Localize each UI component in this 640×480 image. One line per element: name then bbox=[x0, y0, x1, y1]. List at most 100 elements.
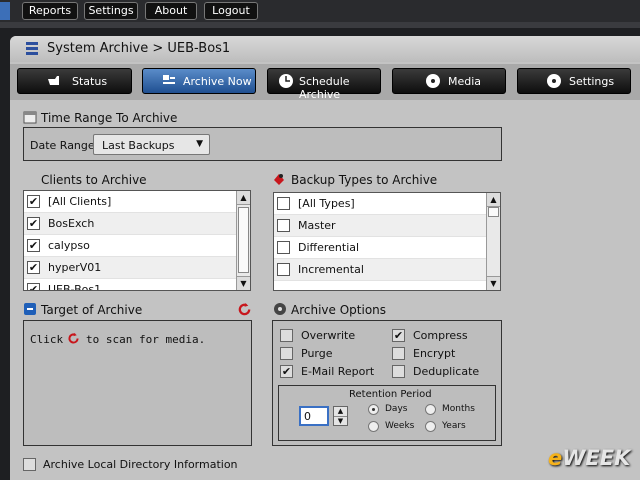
option-label: Overwrite bbox=[301, 329, 356, 342]
tab-status[interactable]: Status bbox=[17, 68, 132, 94]
options-icon bbox=[274, 303, 286, 315]
local-directory-checkbox[interactable] bbox=[23, 458, 36, 471]
page-title: System Archive > UEB-Bos1 bbox=[47, 41, 231, 56]
radio-button[interactable] bbox=[368, 404, 379, 415]
client-checkbox[interactable]: ✔ bbox=[27, 283, 40, 290]
disc-icon bbox=[547, 74, 561, 88]
client-row[interactable]: ✔ UEB-Bos1 bbox=[24, 279, 250, 290]
options-heading: Archive Options bbox=[291, 303, 387, 317]
about-button[interactable]: About bbox=[145, 2, 197, 20]
radio-label: Days bbox=[385, 404, 408, 414]
tab-label: Settings bbox=[569, 75, 615, 88]
client-row[interactable]: ✔ calypso bbox=[24, 235, 250, 257]
backup-type-checkbox[interactable] bbox=[277, 241, 290, 254]
backup-type-checkbox[interactable] bbox=[277, 197, 290, 210]
compress-checkbox[interactable]: ✔ bbox=[392, 329, 405, 342]
overwrite-checkbox[interactable] bbox=[280, 329, 293, 342]
top-menu-bar: Reports Settings About Logout bbox=[0, 0, 640, 28]
clock-icon bbox=[279, 74, 293, 88]
retention-box: Retention Period 0 ▲ ▼ Days Months Weeks… bbox=[278, 385, 496, 441]
stepper-down-icon[interactable]: ▼ bbox=[334, 417, 347, 426]
reports-button[interactable]: Reports bbox=[22, 2, 78, 20]
local-directory-label: Archive Local Directory Information bbox=[43, 458, 238, 471]
target-icon bbox=[24, 303, 36, 315]
tab-schedule-archive[interactable]: Schedule Archive bbox=[267, 68, 381, 101]
types-scrollbar[interactable]: ▲ ▼ bbox=[486, 193, 500, 290]
scroll-down-icon[interactable]: ▼ bbox=[237, 276, 250, 290]
scroll-down-icon[interactable]: ▼ bbox=[487, 276, 500, 290]
tab-archive-now[interactable]: Archive Now bbox=[142, 68, 256, 94]
target-panel: Click to scan for media. bbox=[23, 320, 252, 446]
disc-icon bbox=[426, 74, 440, 88]
deduplicate-checkbox[interactable] bbox=[392, 365, 405, 378]
retention-stepper[interactable]: ▲ ▼ bbox=[333, 406, 348, 426]
backup-type-label: Differential bbox=[298, 241, 360, 254]
target-hint-end: to scan for media. bbox=[86, 333, 206, 346]
client-row[interactable]: ✔ BosExch bbox=[24, 213, 250, 235]
retention-input[interactable]: 0 bbox=[299, 406, 329, 426]
time-range-heading: Time Range To Archive bbox=[41, 111, 178, 125]
tab-bar: Status Archive Now Schedule Archive Medi… bbox=[10, 64, 640, 101]
option-label: Encrypt bbox=[413, 347, 456, 360]
backup-type-row[interactable]: Differential bbox=[274, 237, 500, 259]
backup-type-checkbox[interactable] bbox=[277, 219, 290, 232]
date-range-select[interactable]: Last Backups ▼ bbox=[93, 134, 210, 155]
client-checkbox[interactable]: ✔ bbox=[27, 217, 40, 230]
backup-types-list: [All Types] Master Differential Incremental… bbox=[273, 192, 501, 291]
option-label: Deduplicate bbox=[413, 365, 480, 378]
calendar-icon bbox=[23, 111, 37, 124]
purge-checkbox[interactable] bbox=[280, 347, 293, 360]
archive-icon bbox=[163, 75, 175, 84]
hand-icon bbox=[48, 76, 59, 85]
archive-window: System Archive > UEB-Bos1 Status Archive… bbox=[10, 36, 640, 480]
tab-label: Schedule Archive bbox=[299, 75, 350, 101]
client-label: [All Clients] bbox=[48, 195, 112, 208]
tab-settings[interactable]: Settings bbox=[517, 68, 631, 94]
target-hint-start: Click bbox=[30, 333, 64, 346]
window-edge bbox=[0, 2, 10, 20]
encrypt-checkbox[interactable] bbox=[392, 347, 405, 360]
client-checkbox[interactable]: ✔ bbox=[27, 261, 40, 274]
refresh-icon[interactable] bbox=[237, 302, 252, 317]
clients-scrollbar[interactable]: ▲ ▼ bbox=[236, 191, 250, 290]
tab-label: Status bbox=[72, 75, 108, 88]
refresh-icon[interactable] bbox=[67, 332, 80, 345]
radio-button[interactable] bbox=[425, 421, 436, 432]
client-checkbox[interactable]: ✔ bbox=[27, 239, 40, 252]
client-checkbox[interactable]: ✔ bbox=[27, 195, 40, 208]
menu-strip bbox=[0, 22, 640, 28]
target-heading: Target of Archive bbox=[41, 303, 143, 317]
date-range-value: Last Backups bbox=[102, 139, 175, 152]
email-report-checkbox[interactable]: ✔ bbox=[280, 365, 293, 378]
backup-type-label: [All Types] bbox=[298, 197, 355, 210]
clients-heading: Clients to Archive bbox=[41, 173, 147, 187]
stepper-up-icon[interactable]: ▲ bbox=[334, 407, 347, 417]
option-label: Compress bbox=[413, 329, 468, 342]
clients-list: ✔ [All Clients] ✔ BosExch ✔ calypso ✔ hyperV01 ✔… bbox=[23, 190, 251, 291]
client-label: calypso bbox=[48, 239, 90, 252]
backup-type-checkbox[interactable] bbox=[277, 263, 290, 276]
tab-media[interactable]: Media bbox=[392, 68, 506, 94]
watermark-e: e bbox=[548, 446, 563, 470]
backup-type-row[interactable]: Master bbox=[274, 215, 500, 237]
logout-button[interactable]: Logout bbox=[204, 2, 258, 20]
tab-label: Archive Now bbox=[183, 75, 252, 88]
backup-type-row[interactable]: Incremental bbox=[274, 259, 500, 281]
backup-type-row[interactable]: [All Types] bbox=[274, 193, 500, 215]
scroll-thumb[interactable] bbox=[488, 207, 499, 217]
settings-menu-button[interactable]: Settings bbox=[84, 2, 138, 20]
client-label: hyperV01 bbox=[48, 261, 102, 274]
radio-label: Months bbox=[442, 404, 475, 414]
watermark-text: WEEK bbox=[562, 446, 631, 470]
client-row[interactable]: ✔ [All Clients] bbox=[24, 191, 250, 213]
title-bar: System Archive > UEB-Bos1 bbox=[10, 36, 640, 62]
scroll-up-icon[interactable]: ▲ bbox=[487, 193, 500, 207]
radio-button[interactable] bbox=[425, 404, 436, 415]
scroll-thumb[interactable] bbox=[238, 207, 249, 273]
radio-button[interactable] bbox=[368, 421, 379, 432]
client-label: BosExch bbox=[48, 217, 95, 230]
client-row[interactable]: ✔ hyperV01 bbox=[24, 257, 250, 279]
scroll-up-icon[interactable]: ▲ bbox=[237, 191, 250, 205]
retention-value: 0 bbox=[304, 410, 311, 423]
eweek-watermark: eWEEK bbox=[548, 446, 630, 470]
